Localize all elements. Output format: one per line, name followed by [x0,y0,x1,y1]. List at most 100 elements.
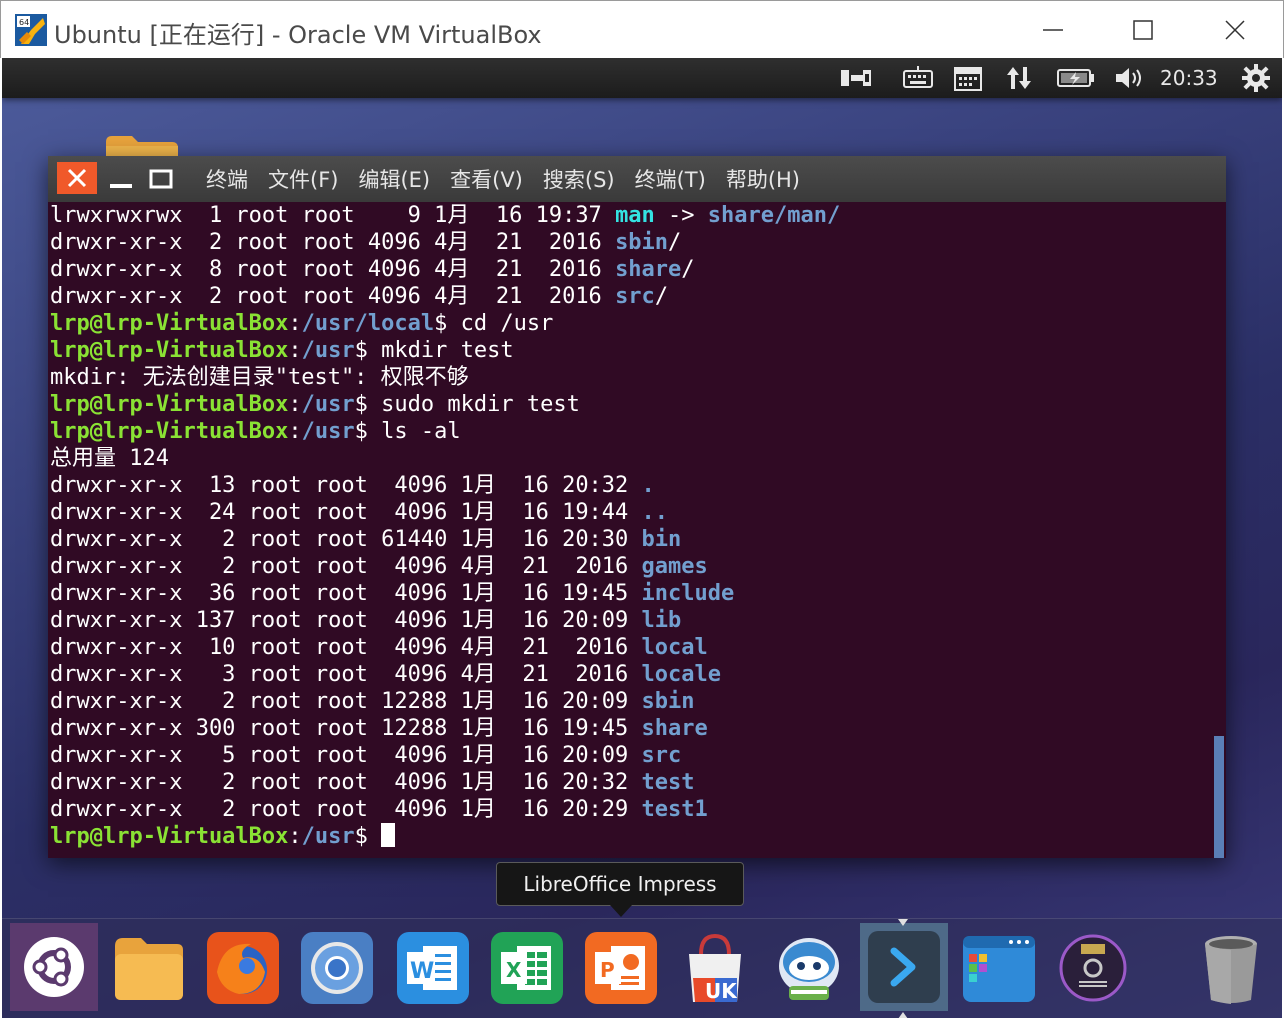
terminal-maximize-button[interactable] [146,166,176,192]
terminal-text: /usr [301,419,355,444]
terminal-text: 总用量 124 [50,446,169,471]
terminal-text: lrp@lrp-VirtualBox [50,419,289,444]
battery-icon[interactable] [1054,64,1098,92]
tooltip-arrow [610,905,632,917]
network-wired-icon[interactable] [838,64,874,92]
terminal-text: -> [654,203,708,228]
software-center-icon[interactable]: UK [672,925,758,1011]
host-title-bar[interactable]: 64 Ubuntu [正在运行] - Oracle VM VirtualBox [0,0,1284,58]
chromium-icon[interactable] [294,925,380,1011]
terminal-line: drwxr-xr-x 137 root root 4096 1月 16 20:0… [50,607,681,634]
terminal-text: man [615,203,655,228]
terminal-text: local [641,635,708,660]
terminal-text: / [654,284,669,309]
terminal-line: drwxr-xr-x 2 root root 4096 4月 21 2016 s… [50,283,668,310]
window-title: Ubuntu [正在运行] - Oracle VM VirtualBox [54,21,542,49]
terminal-text: drwxr-xr-x 2 root root 4096 4月 21 2016 [50,284,616,309]
logo-badge: 64 [19,18,29,27]
terminal-line: lrp@lrp-VirtualBox:/usr/local$ cd /usr [50,310,553,337]
terminal-close-button[interactable] [57,162,97,194]
minimize-button[interactable] [1007,1,1099,59]
terminal-line: lrp@lrp-VirtualBox:/usr$ mkdir test [50,337,514,364]
terminal-text: lrp@lrp-VirtualBox [50,824,289,849]
powerpoint-icon[interactable]: P [578,925,664,1011]
terminal-line: drwxr-xr-x 13 root root 4096 1月 16 20:32… [50,472,655,499]
mascot-app-icon[interactable] [766,925,852,1011]
terminal-text: src [615,284,655,309]
terminal-text: sbin [615,230,669,255]
software-center-badge: UK [705,979,738,1003]
terminal-header[interactable]: 终端 文件(F) 编辑(E) 查看(V) 搜索(S) 终端(T) 帮助(H) [48,156,1226,202]
terminal-text: drwxr-xr-x 2 root root 12288 1月 16 20:09 [50,689,642,714]
terminal-line: drwxr-xr-x 2 root root 4096 4月 21 2016 s… [50,229,681,256]
ubuntu-launcher-icon[interactable] [10,923,98,1011]
terminal-text: . [641,473,655,498]
terminal-output[interactable]: lrwxrwxrwx 1 root root 9 1月 16 19:37 man… [48,202,1218,858]
terminal-line: drwxr-xr-x 5 root root 4096 1月 16 20:09 … [50,742,681,769]
terminal-text: drwxr-xr-x 5 root root 4096 1月 16 20:09 [50,743,642,768]
workspace-switcher-icon[interactable] [956,925,1042,1011]
terminal-text: lrp@lrp-VirtualBox [50,392,289,417]
terminal-scrollbar[interactable] [1214,736,1224,858]
terminal-text: locale [641,662,722,687]
terminal-text: mkdir: 无法创建目录"test": 权限不够 [50,365,469,390]
terminal-line: lrwxrwxrwx 1 root root 9 1月 16 19:37 man… [50,202,840,229]
dvd-disc-icon[interactable] [1050,925,1136,1011]
calendar-icon[interactable] [950,64,986,92]
terminal-text: drwxr-xr-x 8 root root 4096 4月 21 2016 [50,257,616,282]
keyboard-icon[interactable] [900,64,936,92]
terminal-text: lrp@lrp-VirtualBox [50,338,289,363]
terminal-text: test [641,770,695,795]
menu-item-2[interactable]: 编辑(E) [348,164,440,194]
menu-item-5[interactable]: 终端(T) [625,164,716,194]
terminal-text: : [288,392,302,417]
terminal-text: /usr [301,392,355,417]
virtualbox-logo-icon: 64 [15,14,47,46]
terminal-minimize-button[interactable] [106,166,136,192]
terminal-line: drwxr-xr-x 2 root root 12288 1月 16 20:09… [50,688,695,715]
terminal-text: lib [641,608,682,633]
terminal-text: share/man/ [707,203,841,228]
menu-item-6[interactable]: 帮助(H) [716,164,810,194]
gear-icon[interactable] [1238,64,1274,92]
terminal-line: drwxr-xr-x 2 root root 4096 1月 16 20:32 … [50,769,695,796]
terminal-line: lrp@lrp-VirtualBox:/usr$ ls -al [50,418,461,445]
menu-item-4[interactable]: 搜索(S) [533,164,625,194]
tooltip-label: LibreOffice Impress [523,872,717,896]
terminal-app-icon[interactable] [860,923,948,1011]
menu-item-3[interactable]: 查看(V) [440,164,533,194]
panel-clock[interactable]: 20:33 [1160,64,1218,92]
terminal-text: $ sudo mkdir test [354,392,580,417]
terminal-line: drwxr-xr-x 10 root root 4096 4月 21 2016 … [50,634,708,661]
volume-icon[interactable] [1112,64,1148,92]
close-button[interactable] [1189,1,1281,59]
word-icon[interactable]: W [390,925,476,1011]
svg-text:W: W [410,959,434,984]
excel-icon[interactable]: X [484,925,570,1011]
terminal-text: share [641,716,708,741]
menu-item-0[interactable]: 终端 [196,164,258,194]
terminal-line: drwxr-xr-x 3 root root 4096 4月 21 2016 l… [50,661,721,688]
terminal-text: lrwxrwxrwx 1 root root 9 1月 16 19:37 [50,203,616,228]
guest-desktop[interactable]: 20:33 终端 文件(F) 编辑(E) 查看(V) 搜索(S) 终端(T) 帮助(H) l… [2,58,1282,1018]
menu-item-1[interactable]: 文件(F) [258,164,348,194]
svg-text:P: P [600,958,615,982]
terminal-window[interactable]: 终端 文件(F) 编辑(E) 查看(V) 搜索(S) 终端(T) 帮助(H) lrwxrwx… [48,156,1226,858]
maximize-button[interactable] [1097,1,1189,59]
terminal-text: src [641,743,682,768]
firefox-icon[interactable] [200,925,286,1011]
terminal-text: /usr [301,338,355,363]
terminal-text: drwxr-xr-x 3 root root 4096 4月 21 2016 [50,662,642,687]
trash-icon[interactable] [1188,925,1274,1011]
terminal-line: drwxr-xr-x 8 root root 4096 4月 21 2016 s… [50,256,695,283]
files-folder-icon[interactable] [106,925,192,1011]
terminal-text: drwxr-xr-x 137 root root 4096 1月 16 20:0… [50,608,642,633]
transfer-icon[interactable] [1002,64,1036,92]
terminal-text: : [288,824,302,849]
terminal-text: drwxr-xr-x 10 root root 4096 4月 21 2016 [50,635,642,660]
terminal-line: drwxr-xr-x 2 root root 61440 1月 16 20:30… [50,526,681,553]
maximize-icon [1133,20,1153,40]
terminal-line: drwxr-xr-x 2 root root 4096 4月 21 2016 g… [50,553,708,580]
terminal-text: $ ls -al [354,419,461,444]
terminal-text: drwxr-xr-x 2 root root 4096 1月 16 20:29 [50,797,642,822]
